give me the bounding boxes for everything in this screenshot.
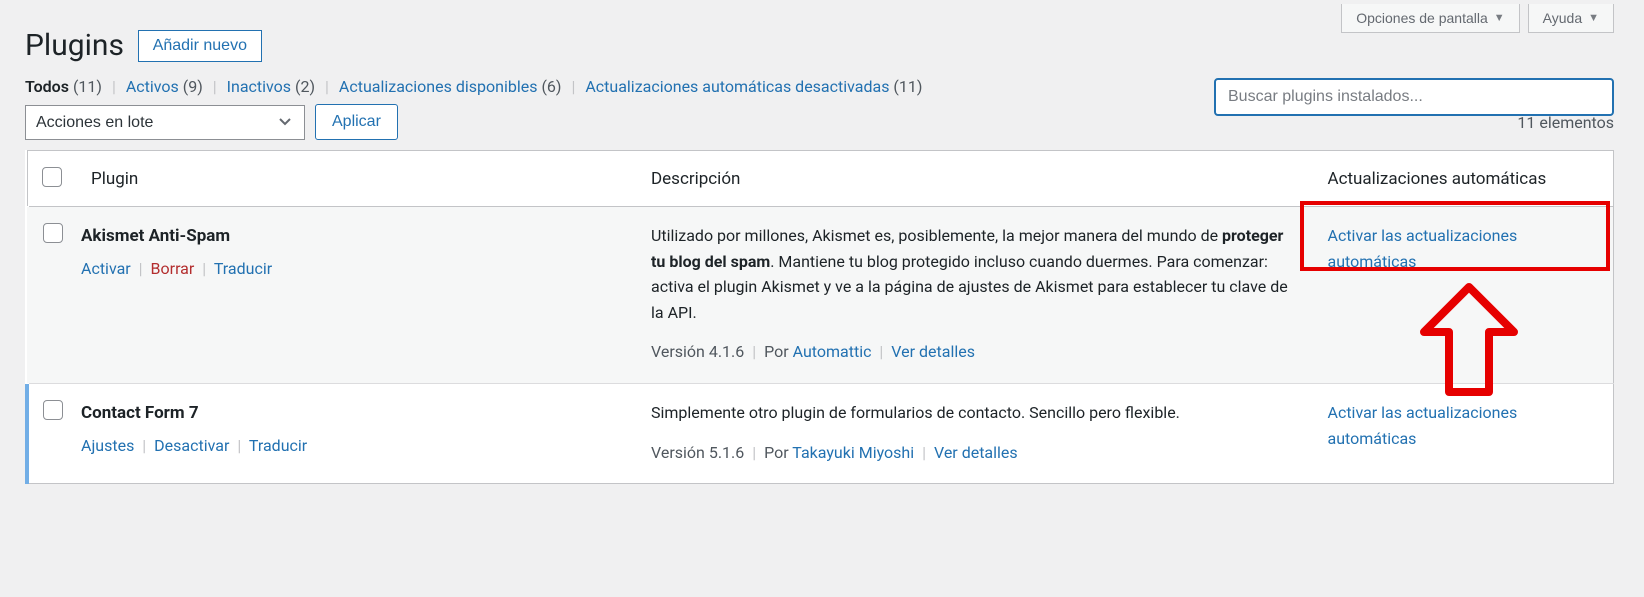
row-checkbox[interactable] <box>43 223 63 243</box>
description-text: Utilizado por millones, Akismet es, posi… <box>651 226 1288 322</box>
plugin-name: Akismet Anti-Spam <box>81 223 623 250</box>
filter-inactive[interactable]: Inactivos (2) <box>227 77 319 96</box>
separator: | <box>112 77 116 96</box>
filter-all-count: (11) <box>73 77 102 96</box>
plugins-table: Plugin Descripción Actualizaciones autom… <box>25 150 1614 484</box>
settings-link[interactable]: Ajustes <box>81 436 134 455</box>
filter-all-label: Todos <box>25 77 69 96</box>
screen-options-tab[interactable]: Opciones de pantalla ▼ <box>1341 4 1519 33</box>
filter-autooff-count: (11) <box>893 77 922 96</box>
column-plugin[interactable]: Plugin <box>77 151 637 207</box>
filter-inactive-label: Inactivos <box>227 77 291 96</box>
apply-button[interactable]: Aplicar <box>315 104 398 140</box>
view-details-link[interactable]: Ver detalles <box>891 342 975 361</box>
separator: | <box>752 443 756 462</box>
help-label: Ayuda <box>1543 10 1582 26</box>
filter-autooff-label: Actualizaciones automáticas desactivadas <box>585 77 889 96</box>
separator: | <box>213 77 217 96</box>
separator: | <box>922 443 926 462</box>
row-actions: Ajustes | Desactivar | Traducir <box>81 433 623 459</box>
bulk-actions-select[interactable]: Acciones en lote <box>25 105 305 140</box>
help-tab[interactable]: Ayuda ▼ <box>1528 4 1614 33</box>
translate-link[interactable]: Traducir <box>214 259 272 278</box>
plugin-meta: Versión 5.1.6 | Por Takayuki Miyoshi | V… <box>651 440 1294 466</box>
by-label: Por <box>764 443 792 462</box>
description-text: Simplemente otro plugin de formularios d… <box>651 403 1180 422</box>
row-checkbox[interactable] <box>43 400 63 420</box>
enable-auto-updates-link[interactable]: Activar las actualizaciones automáticas <box>1328 226 1518 271</box>
search-input[interactable] <box>1214 78 1614 116</box>
separator: | <box>879 342 883 361</box>
separator: | <box>237 436 241 455</box>
column-auto-updates[interactable]: Actualizaciones automáticas <box>1314 151 1614 207</box>
filter-active-count: (9) <box>183 77 203 96</box>
table-row: Contact Form 7 Ajustes | Desactivar | Tr… <box>27 383 1614 483</box>
filter-active-label: Activos <box>126 77 179 96</box>
plugin-meta: Versión 4.1.6 | Por Automattic | Ver det… <box>651 339 1294 365</box>
deactivate-link[interactable]: Desactivar <box>154 436 229 455</box>
chevron-down-icon: ▼ <box>1588 12 1599 24</box>
view-details-link[interactable]: Ver detalles <box>934 443 1018 462</box>
table-row: Akismet Anti-Spam Activar | Borrar | Tra… <box>27 207 1614 384</box>
plugin-name: Contact Form 7 <box>81 400 623 427</box>
author-link[interactable]: Takayuki Miyoshi <box>792 443 914 462</box>
plugin-version: Versión 5.1.6 <box>651 443 744 462</box>
separator: | <box>139 259 143 278</box>
enable-auto-updates-link[interactable]: Activar las actualizaciones automáticas <box>1328 403 1518 448</box>
add-new-button[interactable]: Añadir nuevo <box>138 30 262 62</box>
separator: | <box>202 259 206 278</box>
activate-link[interactable]: Activar <box>81 259 131 278</box>
page-title: Plugins <box>25 28 124 63</box>
column-description[interactable]: Descripción <box>637 151 1314 207</box>
chevron-down-icon: ▼ <box>1494 12 1505 24</box>
separator: | <box>142 436 146 455</box>
row-actions: Activar | Borrar | Traducir <box>81 256 623 282</box>
screen-options-label: Opciones de pantalla <box>1356 10 1488 26</box>
translate-link[interactable]: Traducir <box>249 436 307 455</box>
filter-inactive-count: (2) <box>295 77 315 96</box>
separator: | <box>752 342 756 361</box>
delete-link[interactable]: Borrar <box>151 259 195 278</box>
filter-auto-updates-off[interactable]: Actualizaciones automáticas desactivadas… <box>585 77 922 96</box>
plugin-version: Versión 4.1.6 <box>651 342 744 361</box>
by-label: Por <box>764 342 793 361</box>
separator: | <box>571 77 575 96</box>
filter-updates-available[interactable]: Actualizaciones disponibles (6) <box>339 77 566 96</box>
select-all-checkbox[interactable] <box>42 167 62 187</box>
filter-available-count: (6) <box>541 77 561 96</box>
filter-available-label: Actualizaciones disponibles <box>339 77 538 96</box>
separator: | <box>325 77 329 96</box>
filter-active[interactable]: Activos (9) <box>126 77 207 96</box>
filter-all[interactable]: Todos (11) <box>25 77 106 96</box>
author-link[interactable]: Automattic <box>793 342 872 361</box>
